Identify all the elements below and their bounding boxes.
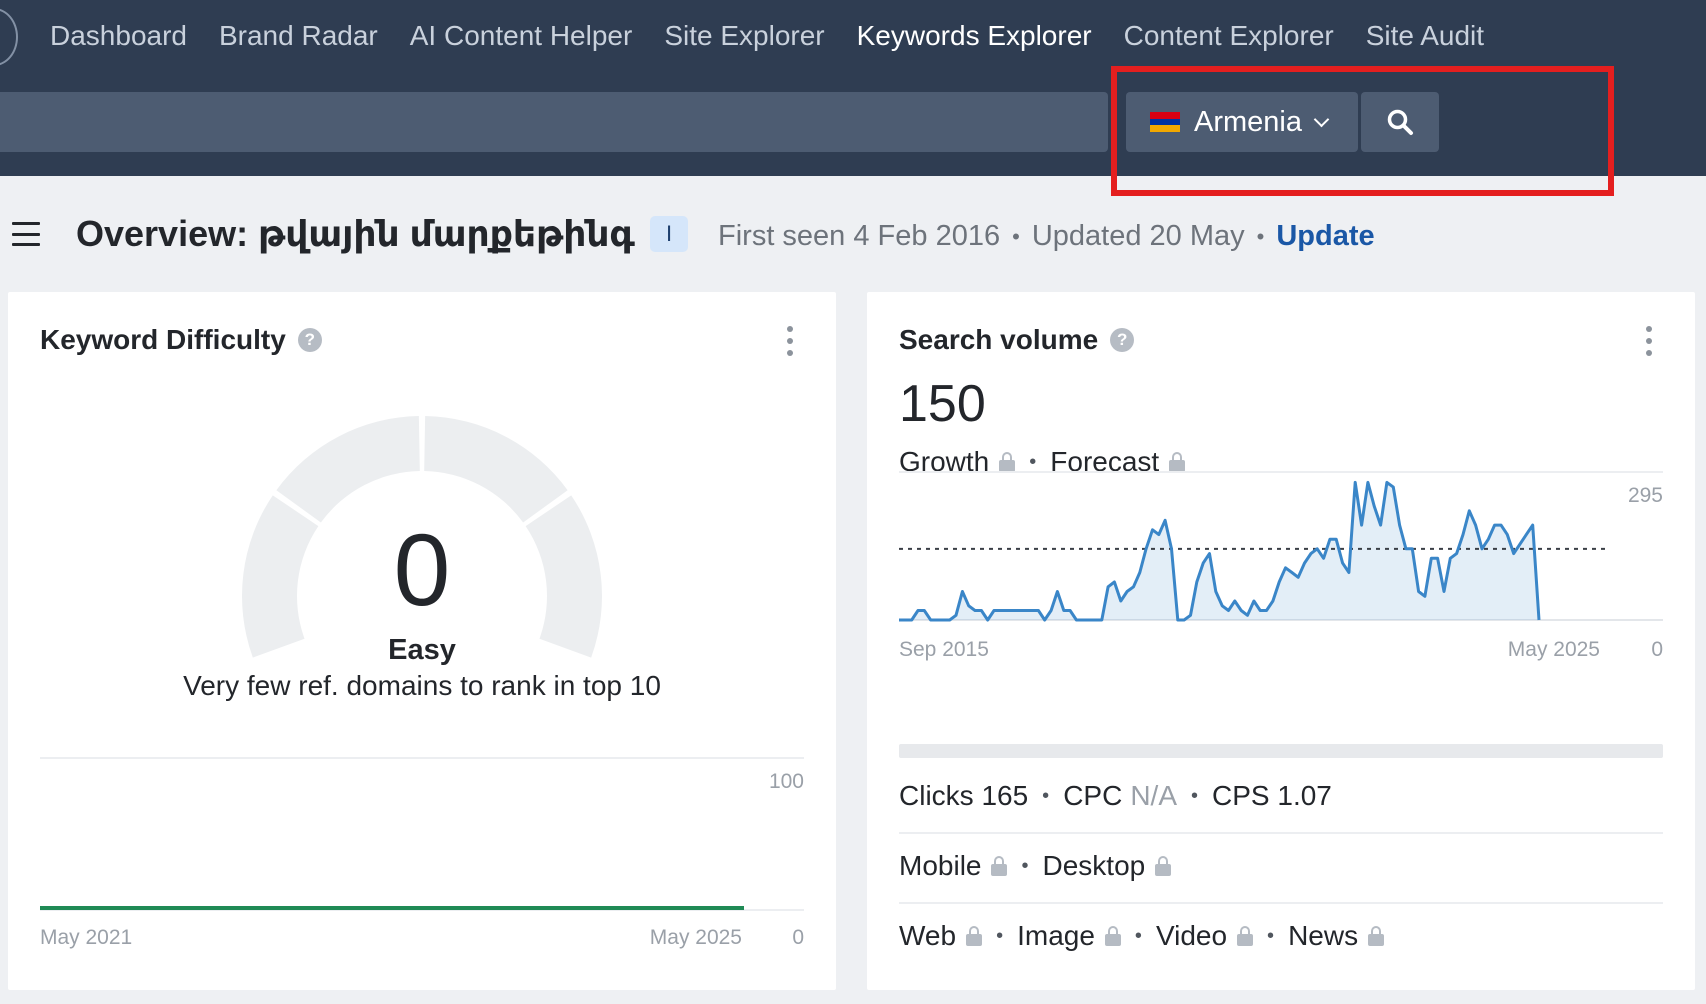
web-label[interactable]: Web xyxy=(899,920,956,952)
lock-icon xyxy=(1104,926,1121,946)
help-icon[interactable]: ? xyxy=(297,328,322,352)
nav-brand-radar[interactable]: Brand Radar xyxy=(219,16,378,56)
y-max-label: 100 xyxy=(769,770,804,793)
nav-dashboard[interactable]: Dashboard xyxy=(50,16,187,56)
kd-history-chart: 100 May 2021 May 2025 0 xyxy=(40,757,804,949)
keyword-search-input[interactable] xyxy=(0,92,1108,152)
more-options-icon[interactable] xyxy=(1645,326,1653,356)
page-title: Overview: թվային մարքեթինգ xyxy=(76,213,635,254)
card-title: Keyword Difficulty ? xyxy=(40,324,322,356)
search-volume-chart: 295 Sep 2015 May 2025 0 xyxy=(899,471,1663,661)
intent-badge[interactable]: I xyxy=(650,216,688,252)
card-title: Search volume ? xyxy=(899,324,1135,356)
y-min-label: 0 xyxy=(792,926,804,949)
volume-progress-bar xyxy=(899,744,1663,758)
first-seen-text: First seen 4 Feb 2016 xyxy=(718,220,1001,252)
keyword-meta: First seen 4 Feb 2016 • Updated 20 May •… xyxy=(718,220,1375,253)
cpc-value: N/A xyxy=(1130,780,1177,811)
update-link[interactable]: Update xyxy=(1276,220,1374,253)
search-type-row: Web • Image • Video • News xyxy=(899,920,1385,952)
device-row: Mobile • Desktop xyxy=(899,850,1172,882)
lock-icon xyxy=(966,926,983,946)
kd-title: Keyword Difficulty xyxy=(40,324,286,355)
sv-title: Search volume xyxy=(899,324,1099,355)
search-volume-value: 150 xyxy=(899,375,986,433)
x-end-label: May 2025 xyxy=(650,926,742,949)
desktop-label[interactable]: Desktop xyxy=(1043,850,1146,882)
nav-content-explorer[interactable]: Content Explorer xyxy=(1124,16,1334,56)
more-options-icon[interactable] xyxy=(786,326,794,356)
image-label[interactable]: Image xyxy=(1017,920,1095,952)
x-start-label: May 2021 xyxy=(40,926,132,949)
separator-dot: • xyxy=(1042,784,1050,807)
logo-icon[interactable] xyxy=(0,8,18,66)
y-max-label: 295 xyxy=(1628,484,1663,507)
clicks-cpc-row: Clicks 165 • CPC N/A • CPS 1.07 xyxy=(899,780,1332,812)
separator-dot: • xyxy=(1267,924,1275,947)
highlight-annotation xyxy=(1111,66,1614,196)
nav-ai-content-helper[interactable]: AI Content Helper xyxy=(410,16,633,56)
separator-dot: • xyxy=(1256,223,1265,249)
lock-icon xyxy=(1169,452,1186,472)
divider xyxy=(899,832,1663,834)
separator-dot: • xyxy=(1134,924,1142,947)
kd-level: Easy xyxy=(388,634,456,666)
x-start-label: Sep 2015 xyxy=(899,638,989,661)
help-icon[interactable]: ? xyxy=(1110,328,1135,352)
video-label[interactable]: Video xyxy=(1156,920,1227,952)
lock-icon xyxy=(999,452,1016,472)
mobile-label[interactable]: Mobile xyxy=(899,850,981,882)
kd-score: 0 xyxy=(393,513,451,627)
main-nav: Dashboard Brand Radar AI Content Helper … xyxy=(50,16,1516,56)
updated-text: Updated 20 May xyxy=(1031,220,1245,252)
y-min-label: 0 xyxy=(1651,638,1663,661)
cpc-label: CPC xyxy=(1063,780,1123,811)
gauge-segment xyxy=(276,416,420,523)
nav-site-explorer[interactable]: Site Explorer xyxy=(664,16,824,56)
search-volume-card: Search volume ? 150 Growth • Forecast 29… xyxy=(867,292,1695,990)
nav-site-audit[interactable]: Site Audit xyxy=(1366,16,1484,56)
keyword-difficulty-card: Keyword Difficulty ? 0 Easy Very few ref… xyxy=(8,292,836,990)
divider xyxy=(899,902,1663,904)
lock-icon xyxy=(1368,926,1385,946)
news-label[interactable]: News xyxy=(1288,920,1358,952)
lock-icon xyxy=(1237,926,1254,946)
nav-keywords-explorer[interactable]: Keywords Explorer xyxy=(857,16,1092,56)
lock-icon xyxy=(991,856,1008,876)
separator-dot: • xyxy=(1012,223,1020,249)
separator-dot: • xyxy=(1021,854,1029,877)
menu-icon[interactable] xyxy=(12,222,40,246)
cps-value: CPS 1.07 xyxy=(1212,780,1332,811)
separator-dot: • xyxy=(1191,784,1199,807)
clicks-value: Clicks 165 xyxy=(899,780,1029,811)
lock-icon xyxy=(1155,856,1172,876)
gauge-segment xyxy=(424,416,568,523)
kd-description: Very few ref. domains to rank in top 10 xyxy=(183,670,661,701)
separator-dot: • xyxy=(996,924,1004,947)
x-end-label: May 2025 xyxy=(1508,638,1600,661)
